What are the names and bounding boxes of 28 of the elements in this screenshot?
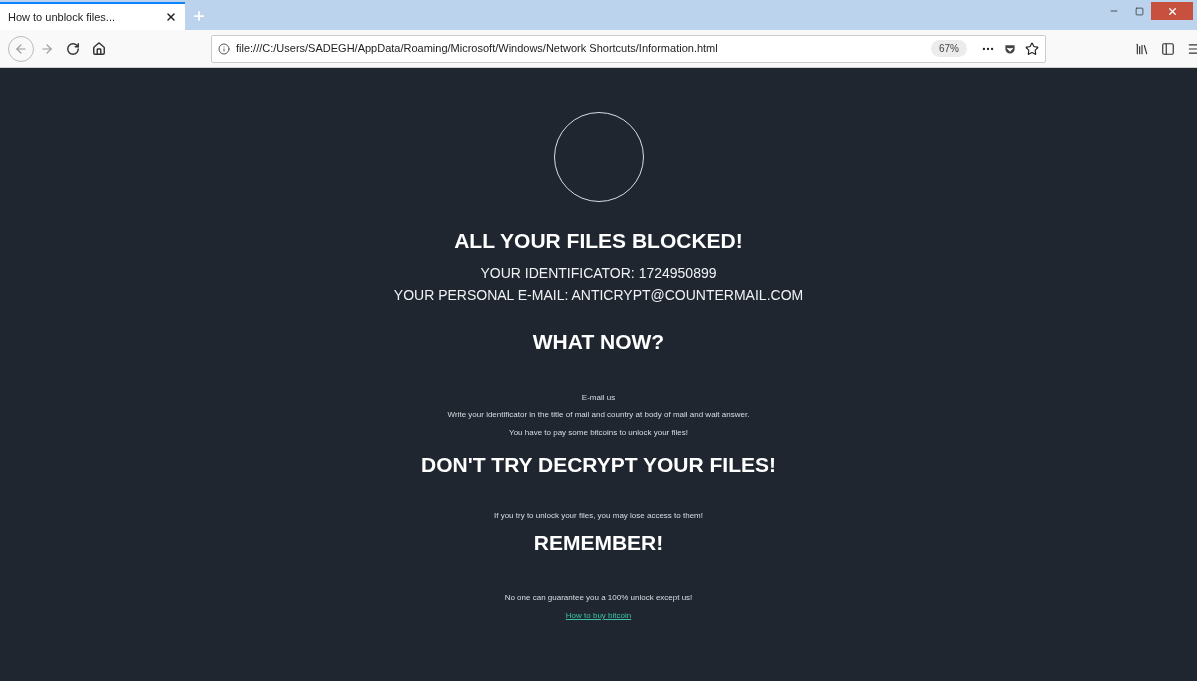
message-text: You have to pay some bitcoins to unlock your files! (509, 427, 688, 439)
url-text: file:///C:/Users/SADEGH/AppData/Roaming/Microsoft/Windows/Network Shortcuts/Information.html (236, 41, 719, 57)
heading: WHAT NOW? (532, 329, 665, 355)
info-icon[interactable] (218, 42, 230, 55)
address-bar[interactable]: file:///C:/Users/SADEGH/AppData/Roaming/Microsoft/Windows/Network Shortcuts/Information.html 67% (211, 34, 1046, 63)
heading: DON'T TRY DECRYPT YOUR FILES! (421, 452, 776, 478)
message-text: E-mail us (581, 392, 616, 404)
bitcoin-link[interactable]: How to buy bitcoin (565, 607, 632, 624)
close-icon (1166, 5, 1178, 17)
info-line: YOUR IDENTIFICATOR: 1724950899 (480, 264, 717, 283)
browser-tab[interactable]: How to unblock files... (0, 2, 185, 30)
message-text: If you try to unlock your files, you may lose access to them! (494, 510, 703, 522)
close-window-button[interactable] (1151, 2, 1193, 20)
forward-icon[interactable] (40, 41, 54, 56)
maximize-icon (1134, 6, 1144, 16)
heading: REMEMBER! (533, 530, 664, 556)
bookmark-icon[interactable] (1025, 41, 1039, 56)
sidebar-icon[interactable] (1161, 41, 1175, 56)
info-line: YOUR PERSONAL E-MAIL: ANTICRYPT@COUNTERMAIL.COM (393, 286, 804, 305)
heading: ALL YOUR FILES BLOCKED! (454, 228, 743, 254)
close-icon[interactable] (165, 11, 177, 23)
reload-icon[interactable] (66, 41, 80, 56)
message-text: No one can guarantee you a 100% unlock except us! (504, 592, 693, 604)
menu-icon[interactable] (1187, 41, 1197, 56)
message-text: Write your identificator in the title of mail and country at body of mail and wait answer. (447, 409, 750, 421)
home-icon[interactable] (92, 41, 106, 56)
zoom-level[interactable]: 67% (931, 40, 967, 57)
library-icon[interactable] (1135, 41, 1149, 56)
